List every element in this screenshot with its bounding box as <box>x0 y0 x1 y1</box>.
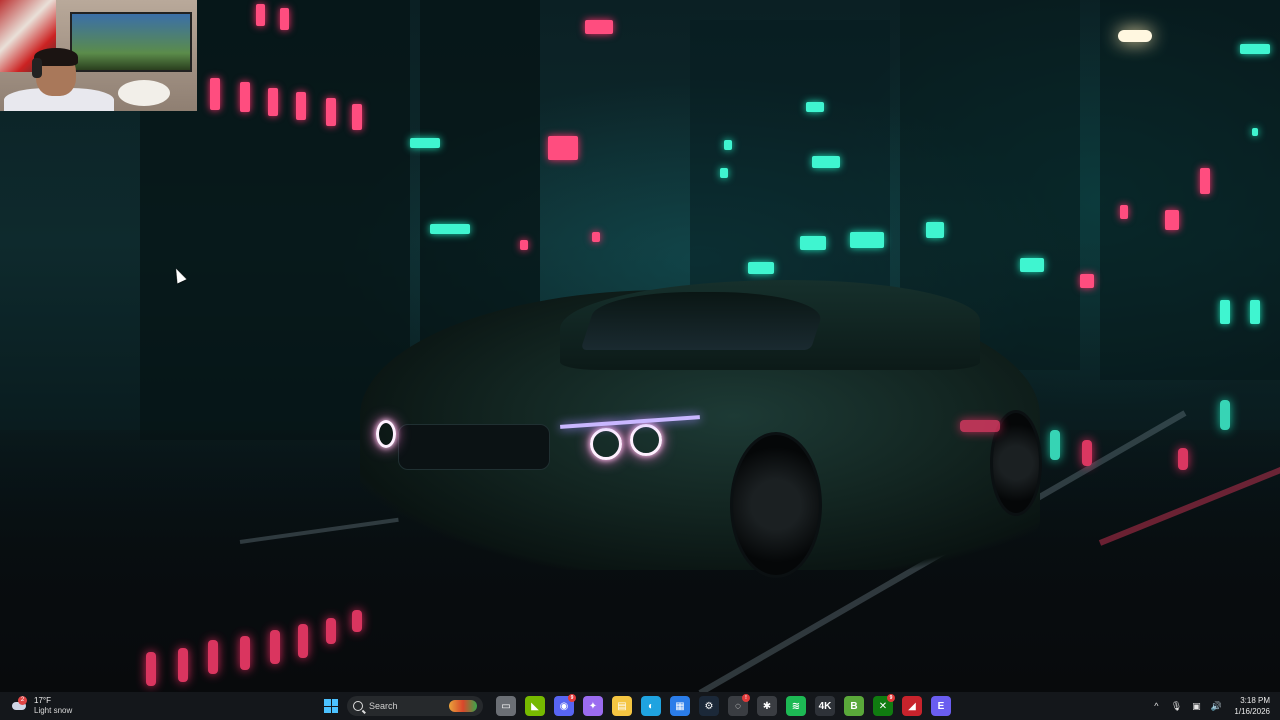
road-reflection <box>146 652 156 686</box>
xbox-icon[interactable]: ✕ 9 <box>873 694 895 716</box>
weather-alert-badge: 2 <box>18 696 27 705</box>
road-reflection <box>1082 440 1092 466</box>
microphone-icon[interactable]: 🎙 <box>1170 701 1182 712</box>
neon-window <box>410 138 440 148</box>
file-explorer-icon[interactable]: ▤ <box>612 696 632 716</box>
headset-icon <box>32 58 42 78</box>
volume-icon[interactable]: 🔊 <box>1210 701 1222 712</box>
windows-logo-icon <box>324 699 338 713</box>
neon-window <box>850 232 884 248</box>
neon-window <box>1165 210 1179 230</box>
neon-window <box>806 102 824 112</box>
settings-icon[interactable]: ✱ <box>757 696 777 716</box>
neon-window <box>812 156 840 168</box>
headlight-ring <box>376 420 396 448</box>
nvidia-icon[interactable]: ◣ <box>525 696 545 716</box>
road-reflection <box>208 640 218 674</box>
red-app-icon[interactable]: ◢ <box>902 696 922 716</box>
search-icon <box>353 701 363 711</box>
neon-window <box>1120 205 1128 219</box>
road-reflection <box>326 618 336 644</box>
neon-window <box>296 92 306 120</box>
neon-window <box>748 262 774 274</box>
network-icon[interactable]: ▣ <box>1190 701 1202 712</box>
neon-window <box>1220 300 1230 324</box>
neon-window <box>1080 274 1094 288</box>
discord-icon[interactable]: ◉ 9 <box>554 694 576 716</box>
file-explorer-dim-icon[interactable]: ▭ <box>496 696 516 716</box>
copilot-icon[interactable]: ✦ <box>583 696 603 716</box>
headlight-ring <box>630 424 662 456</box>
road-reflection <box>1178 448 1188 470</box>
clock-time: 3:18 PM <box>1240 696 1270 705</box>
neon-window <box>1020 258 1044 272</box>
webcam-monitor <box>70 12 192 72</box>
neon-window <box>520 240 528 250</box>
neon-window <box>592 232 600 242</box>
taskbar-center: Search ▭ ◣ ◉ 9 ✦ ▤ ◐ ▦ ⚙ ◌! ✱ ≋ 4K B ✕ 9 ◢ E <box>320 692 951 720</box>
weather-temperature: 17°F <box>34 696 51 705</box>
neon-window <box>268 88 278 116</box>
neon-window <box>800 236 826 250</box>
neon-window <box>926 222 944 238</box>
road-reflection <box>1220 400 1230 430</box>
snow-cloud-icon: 2 <box>12 696 28 714</box>
edge-icon[interactable]: ◐ <box>641 696 661 716</box>
spotify-icon[interactable]: ≋ <box>786 696 806 716</box>
neon-window <box>1240 44 1270 54</box>
neon-window <box>1252 128 1258 136</box>
car-grille <box>398 424 550 470</box>
notification-badge: ! <box>742 694 750 702</box>
road-reflection <box>1050 430 1060 460</box>
neon-window <box>210 78 220 110</box>
weather-condition: Light snow <box>34 706 73 715</box>
clock-date: 1/16/2026 <box>1234 707 1270 716</box>
road-reflection <box>352 610 362 632</box>
neon-window <box>326 98 336 126</box>
taskbar-search-box[interactable]: Search <box>347 696 483 716</box>
car-windshield <box>580 292 830 350</box>
car-side-light <box>960 420 1000 432</box>
taskbar: 2 17°F Light snow Search ▭ ◣ ◉ 9 ✦ ▤ ◐ ▦ ⚙ ◌! ✱ ≋ 4K… <box>0 692 1280 720</box>
webcam-overlay <box>0 0 197 111</box>
microsoft-store-icon[interactable]: ▦ <box>670 696 690 716</box>
road-reflection <box>298 624 308 658</box>
neon-window <box>280 8 289 30</box>
notification-badge: 9 <box>568 694 576 702</box>
search-highlight-icon <box>449 700 477 712</box>
search-label: Search <box>369 701 398 711</box>
start-button[interactable] <box>320 695 342 717</box>
road-reflection <box>178 648 188 682</box>
neon-window <box>724 140 732 150</box>
neon-window <box>548 136 578 160</box>
webcam-cat <box>118 80 170 106</box>
neon-window <box>430 224 470 234</box>
front-wheel <box>730 432 822 578</box>
steam-icon[interactable]: ⚙ <box>699 696 719 716</box>
road-reflection <box>270 630 280 664</box>
headlight-ring <box>590 428 622 460</box>
clock[interactable]: 3:18 PM 1/16/2026 <box>1234 695 1270 717</box>
record-icon[interactable]: ◌! <box>728 694 750 716</box>
neon-window <box>256 4 265 26</box>
e-app-icon[interactable]: E <box>931 696 951 716</box>
b-app-icon[interactable]: B <box>844 696 864 716</box>
neon-window <box>1200 168 1210 194</box>
4k-app-icon[interactable]: 4K <box>815 696 835 716</box>
neon-window <box>585 20 613 34</box>
system-tray: ^ 🎙 ▣ 🔊 3:18 PM 1/16/2026 <box>1150 692 1280 720</box>
neon-window <box>352 104 362 130</box>
neon-window <box>240 82 250 112</box>
neon-window <box>720 168 728 178</box>
notification-badge: 9 <box>887 694 895 702</box>
pinned-apps: ▭ ◣ ◉ 9 ✦ ▤ ◐ ▦ ⚙ ◌! ✱ ≋ 4K B ✕ 9 ◢ E <box>496 694 951 716</box>
street-light <box>1118 30 1152 42</box>
chevron-up-icon[interactable]: ^ <box>1150 701 1162 711</box>
weather-widget[interactable]: 2 17°F Light snow <box>12 692 72 720</box>
neon-window <box>1250 300 1260 324</box>
road-reflection <box>240 636 250 670</box>
